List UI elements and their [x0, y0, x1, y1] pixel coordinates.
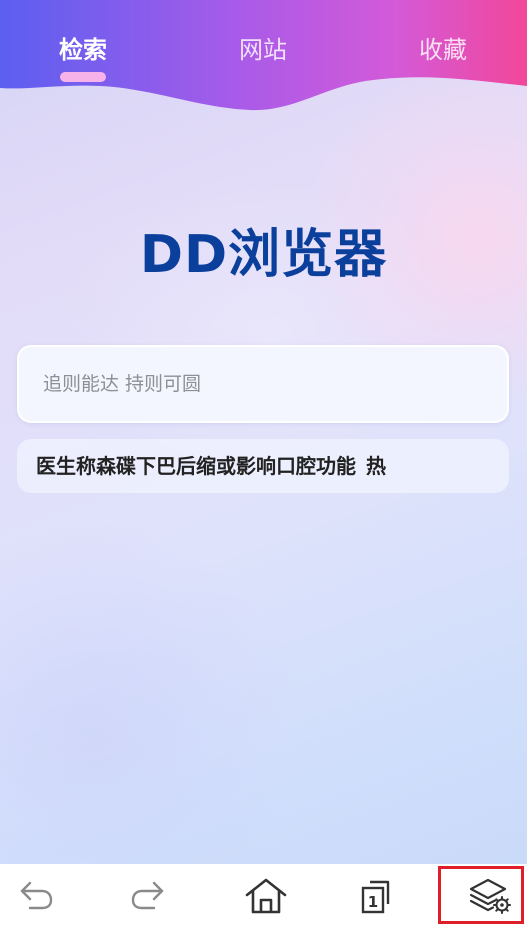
bottom-navigation-bar: 1 — [0, 864, 527, 926]
hot-search-item[interactable]: 医生称森碟下巴后缩或影响口腔功能热 — [17, 439, 509, 493]
forward-button[interactable] — [108, 864, 188, 926]
tab-search[interactable]: 检索 — [43, 30, 123, 70]
layers-gear-icon — [469, 878, 511, 914]
back-button[interactable] — [0, 864, 76, 926]
active-tab-indicator — [60, 72, 106, 82]
home-icon — [245, 878, 287, 914]
top-tab-bar: 检索 网站 收藏 — [0, 0, 527, 90]
tab-count: 1 — [368, 893, 378, 911]
search-input[interactable] — [43, 347, 483, 421]
app-title: DD浏览器 — [139, 225, 388, 285]
tab-switcher-button[interactable]: 1 — [336, 864, 416, 926]
tab-count-icon: 1 — [361, 880, 390, 914]
undo-arrow-icon — [20, 881, 53, 910]
tab-favorites[interactable]: 收藏 — [403, 30, 483, 70]
redo-arrow-icon — [131, 881, 164, 910]
menu-settings-button[interactable] — [448, 864, 527, 926]
home-button[interactable] — [224, 864, 304, 926]
search-box[interactable] — [17, 345, 509, 423]
hot-search-text: 医生称森碟下巴后缩或影响口腔功能热 — [36, 439, 386, 493]
browser-home-screen: 检索 网站 收藏 DD浏览器 医生称森碟下巴后缩或影响口腔功能热 — [0, 0, 527, 926]
tab-websites[interactable]: 网站 — [223, 30, 303, 70]
hot-search-title: 医生称森碟下巴后缩或影响口腔功能 — [36, 454, 356, 478]
hot-badge: 热 — [366, 454, 386, 478]
